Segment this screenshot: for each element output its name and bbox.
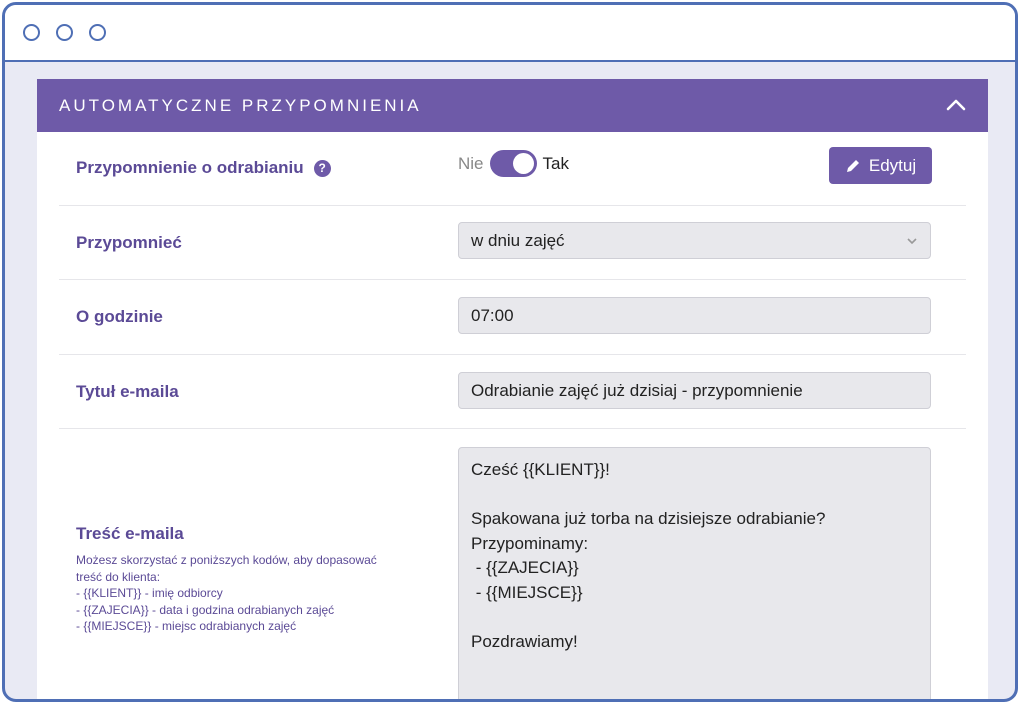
hour-label: O godzinie bbox=[76, 307, 163, 326]
hour-input[interactable]: 07:00 bbox=[458, 297, 931, 334]
reminder-label: Przypomnienie o odrabianiu? bbox=[76, 158, 331, 178]
pencil-icon bbox=[846, 159, 859, 172]
reminder-toggle-row: Przypomnienie o odrabianiu? Nie Tak Edyt… bbox=[59, 132, 966, 206]
toggle-knob bbox=[512, 153, 534, 174]
body-line: - {{MIEJSCE}} bbox=[471, 582, 583, 602]
body-label: Treść e-maila bbox=[76, 524, 184, 543]
body-row: Treść e-maila Możesz skorzystać z poniżs… bbox=[59, 429, 966, 699]
remind-row: Przypomnieć w dniu zajęć bbox=[59, 206, 966, 280]
subject-row: Tytuł e-maila Odrabianie zajęć już dzisi… bbox=[59, 355, 966, 429]
edit-button-label: Edytuj bbox=[868, 155, 917, 175]
help-line: - {{ZAJECIA}} - data i godzina odrabiany… bbox=[76, 602, 335, 617]
email-body-textarea[interactable]: Cześć {{KLIENT}}! Spakowana już torba na… bbox=[458, 447, 931, 699]
hour-row: O godzinie 07:00 bbox=[59, 280, 966, 355]
reminder-toggle[interactable] bbox=[489, 150, 537, 177]
help-line: - {{MIEJSCE}} - miejsc odrabianych zajęć bbox=[76, 619, 297, 633]
help-line: - {{KLIENT}} - imię odbiorcy bbox=[76, 586, 223, 600]
remind-select[interactable]: w dniu zajęć bbox=[458, 222, 931, 259]
body-line bbox=[471, 483, 918, 508]
toggle-off-label: Nie bbox=[458, 153, 484, 173]
window-minimize-dot[interactable] bbox=[56, 24, 73, 41]
body-line: - {{ZAJECIA}} bbox=[471, 558, 579, 577]
body-line: Pozdrawiamy! bbox=[471, 631, 578, 651]
reminder-label-text: Przypomnienie o odrabianiu bbox=[76, 158, 304, 177]
body-line: Cześć {{KLIENT}}! bbox=[471, 460, 610, 479]
chevron-up-icon[interactable] bbox=[946, 95, 966, 115]
window-close-dot[interactable] bbox=[23, 24, 40, 41]
panel-title: AUTOMATYCZNE PRZYPOMNIENIA bbox=[59, 95, 422, 115]
subject-input[interactable]: Odrabianie zajęć już dzisiaj - przypomni… bbox=[458, 372, 931, 409]
browser-window: AUTOMATYCZNE PRZYPOMNIENIA Przypomnienie… bbox=[2, 2, 1018, 702]
window-titlebar bbox=[5, 5, 1015, 62]
help-line: Możesz skorzystać z poniższych kodów, ab… bbox=[76, 553, 377, 567]
toggle-on-label: Tak bbox=[542, 153, 569, 173]
remind-select-value: w dniu zajęć bbox=[471, 230, 565, 250]
reminder-toggle-group: Nie Tak bbox=[458, 150, 569, 177]
help-icon[interactable]: ? bbox=[313, 160, 331, 177]
window-maximize-dot[interactable] bbox=[89, 24, 106, 41]
chevron-down-icon bbox=[907, 237, 917, 244]
body-line bbox=[471, 605, 918, 630]
help-line: treść do klienta: bbox=[76, 569, 161, 584]
codes-help-text: Możesz skorzystać z poniższych kodów, ab… bbox=[76, 552, 406, 635]
reminders-panel: AUTOMATYCZNE PRZYPOMNIENIA Przypomnienie… bbox=[37, 79, 988, 699]
panel-header[interactable]: AUTOMATYCZNE PRZYPOMNIENIA bbox=[37, 79, 988, 132]
body-line: Spakowana już torba na dzisiejsze odrabi… bbox=[471, 509, 826, 528]
edit-button[interactable]: Edytuj bbox=[829, 147, 932, 184]
subject-label: Tytuł e-maila bbox=[76, 382, 179, 401]
remind-label: Przypomnieć bbox=[76, 233, 182, 252]
body-line: Przypominamy: bbox=[471, 533, 589, 553]
